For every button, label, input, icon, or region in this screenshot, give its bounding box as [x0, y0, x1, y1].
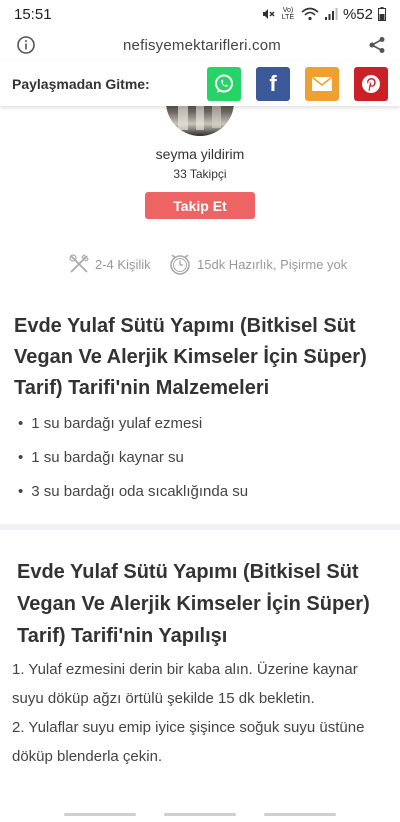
nav-home-button[interactable]	[164, 812, 236, 816]
ingredient-item: 1 su bardağı kaynar su	[18, 440, 248, 474]
whatsapp-icon	[215, 74, 233, 93]
battery-icon	[378, 7, 386, 21]
ingredient-item: 1 su bardağı yulaf ezmesi	[18, 406, 248, 440]
ingredients-list: 1 su bardağı yulaf ezmesi 1 su bardağı k…	[18, 406, 248, 508]
time-text: 15dk Hazırlık, Pişirme yok	[197, 256, 348, 272]
meta-portions: 2-4 Kişilik	[68, 252, 151, 276]
follower-count: 33 Takipçi	[173, 167, 227, 181]
status-icons: Vo) LTE %52	[261, 6, 386, 23]
facebook-share-button[interactable]: f	[256, 67, 290, 101]
clock-icon	[170, 254, 190, 275]
portions-text: 2-4 Kişilik	[95, 256, 151, 272]
signal-icon	[324, 8, 338, 20]
nav-back-button[interactable]	[264, 812, 336, 816]
whatsapp-share-button[interactable]	[207, 67, 241, 101]
url-text[interactable]: nefisyemektarifleri.com	[123, 37, 281, 54]
pinterest-icon	[362, 75, 380, 93]
info-icon[interactable]	[16, 35, 36, 55]
wifi-icon	[301, 7, 319, 21]
section-divider	[0, 524, 400, 530]
ingredient-item: 3 su bardağı oda sıcaklığında su	[18, 474, 248, 508]
cutlery-icon	[69, 254, 89, 273]
meta-time: 15dk Hazırlık, Pişirme yok	[168, 252, 347, 276]
follow-button[interactable]: Takip Et	[145, 192, 255, 219]
browser-url-bar: nefisyemektarifleri.com	[0, 28, 400, 62]
ingredients-title: Evde Yulaf Sütü Yapımı (Bitkisel Süt Veg…	[14, 315, 367, 399]
mute-icon	[262, 9, 275, 19]
facebook-icon: f	[269, 71, 277, 96]
nav-recents-button[interactable]	[64, 812, 136, 816]
step-item: 2. Yulaflar suyu emip iyice şişince soğu…	[12, 719, 365, 765]
status-time: 15:51	[14, 5, 52, 23]
share-label: Paylaşmadan Gitme:	[12, 76, 150, 92]
pinterest-share-button[interactable]	[354, 67, 388, 101]
steps-title: Evde Yulaf Sütü Yapımı (Bitkisel Süt Veg…	[17, 561, 370, 647]
battery-level: %52	[342, 5, 373, 23]
author-name[interactable]: seyma yildirim	[0, 146, 400, 162]
share-icon[interactable]	[368, 36, 386, 54]
email-icon	[312, 76, 332, 91]
step-item: 1. Yulaf ezmesini derin bir kaba alın. Ü…	[12, 661, 358, 707]
steps-list: 1. Yulaf ezmesini derin bir kaba alın. Ü…	[12, 655, 392, 771]
system-nav-bar	[0, 806, 400, 822]
share-bar: Paylaşmadan Gitme: f	[0, 62, 400, 106]
network-label: Vo) LTE	[281, 7, 295, 21]
email-share-button[interactable]	[305, 67, 339, 101]
status-bar: 15:51 Vo) LTE %52	[0, 0, 400, 28]
